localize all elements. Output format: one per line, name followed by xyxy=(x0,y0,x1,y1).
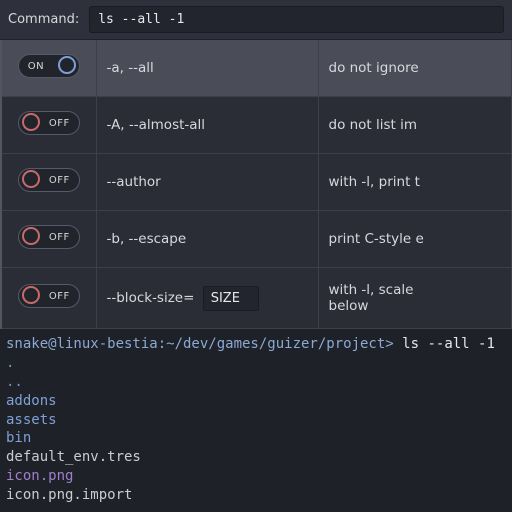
toggle-author[interactable]: OFF xyxy=(18,168,80,192)
option-desc: with -l, scale below xyxy=(318,268,512,329)
toggle-knob xyxy=(22,227,40,245)
toggle-knob xyxy=(22,113,40,131)
option-row: ON -a, --all do not ignore xyxy=(2,40,512,97)
option-flag-text: --block-size= xyxy=(107,290,195,306)
toggle-all[interactable]: ON xyxy=(18,54,80,78)
toggle-off-label: OFF xyxy=(49,118,70,129)
terminal-line: default_env.tres xyxy=(6,448,506,467)
option-desc: with -l, print t xyxy=(318,154,512,211)
terminal-prompt: snake@linux-bestia:~/dev/games/guizer/pr… xyxy=(6,336,394,352)
terminal-line: bin xyxy=(6,429,506,448)
toggle-knob xyxy=(58,56,76,74)
command-header: Command: xyxy=(0,0,512,40)
option-desc: do not ignore xyxy=(318,40,512,97)
toggle-off-label: OFF xyxy=(49,175,70,186)
command-label: Command: xyxy=(8,12,79,27)
options-table: ON -a, --all do not ignore OFF -A, --alm… xyxy=(0,40,512,329)
option-row: OFF -A, --almost-all do not list im xyxy=(2,97,512,154)
terminal-output: snake@linux-bestia:~/dev/games/guizer/pr… xyxy=(0,329,512,512)
option-flag: -b, --escape xyxy=(96,211,318,268)
terminal-line: icon.png.import xyxy=(6,486,506,505)
option-flag: --block-size= xyxy=(96,268,318,329)
terminal-line: .. xyxy=(6,373,506,392)
toggle-almost-all[interactable]: OFF xyxy=(18,111,80,135)
toggle-escape[interactable]: OFF xyxy=(18,225,80,249)
option-desc: do not list im xyxy=(318,97,512,154)
toggle-knob xyxy=(22,170,40,188)
option-row: OFF --author with -l, print t xyxy=(2,154,512,211)
toggle-on-label: ON xyxy=(28,61,44,72)
terminal-line: assets xyxy=(6,411,506,430)
toggle-knob xyxy=(22,286,40,304)
terminal-line: icon.png xyxy=(6,467,506,486)
toggle-off-label: OFF xyxy=(49,232,70,243)
option-row: OFF -b, --escape print C-style e xyxy=(2,211,512,268)
block-size-input[interactable] xyxy=(203,286,259,311)
terminal-line: . xyxy=(6,354,506,373)
option-flag: -A, --almost-all xyxy=(96,97,318,154)
toggle-off-label: OFF xyxy=(49,291,70,302)
option-flag: -a, --all xyxy=(96,40,318,97)
terminal-line: addons xyxy=(6,392,506,411)
option-flag: --author xyxy=(96,154,318,211)
option-desc: print C-style e xyxy=(318,211,512,268)
option-row: OFF --block-size= with -l, scale below xyxy=(2,268,512,329)
toggle-block-size[interactable]: OFF xyxy=(18,284,80,308)
command-input[interactable] xyxy=(89,6,504,33)
